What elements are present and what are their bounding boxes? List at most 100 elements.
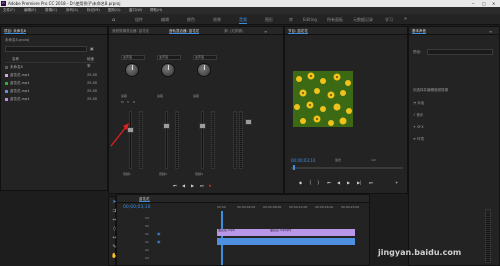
tab-source[interactable]: 源: (无剪辑) bbox=[224, 29, 243, 33]
track-header-v3[interactable]: V3 bbox=[145, 217, 149, 220]
list-item[interactable]: 苗花花.mp4 25.00 bbox=[5, 80, 97, 87]
timeline-clip[interactable]: 苗花花.mp4 bbox=[217, 229, 269, 236]
preset-label: 预设: bbox=[413, 50, 422, 54]
play-button[interactable]: ▶ bbox=[347, 181, 350, 185]
zoom-dropdown[interactable]: 适合 bbox=[335, 159, 341, 162]
volume-fader-handle[interactable] bbox=[199, 123, 206, 129]
ws-libraries[interactable]: 库 bbox=[289, 16, 293, 23]
ws-all-panels[interactable]: 所有面板 bbox=[327, 16, 343, 23]
channel-routing-dropdown[interactable]: 主声道 bbox=[121, 55, 145, 60]
ws-effects[interactable]: 效果 bbox=[213, 16, 221, 23]
menu-graphics[interactable]: 图形(G) bbox=[108, 8, 120, 13]
m-button[interactable]: M bbox=[121, 101, 124, 104]
volume-fader-handle[interactable] bbox=[163, 123, 170, 129]
ws-learn[interactable]: 学习 bbox=[385, 16, 393, 23]
level-meter bbox=[139, 111, 143, 169]
menu-clip[interactable]: 剪辑(C) bbox=[45, 8, 57, 13]
audio-clip[interactable] bbox=[217, 238, 355, 245]
minimize-button[interactable]: ─ bbox=[472, 1, 474, 6]
menu-sequence[interactable]: 序列(S) bbox=[66, 8, 78, 13]
select-clip-message: 向选择并编辑音频剪辑 bbox=[413, 88, 448, 92]
pan-knob[interactable] bbox=[125, 63, 139, 77]
list-item[interactable]: 苗花花.mp4 25.00 bbox=[5, 72, 97, 79]
record-button[interactable]: ⏺ bbox=[209, 184, 211, 188]
menu-edit[interactable]: 编辑(E) bbox=[24, 8, 36, 13]
volume-fader-track[interactable] bbox=[201, 111, 204, 169]
master-level-meter bbox=[233, 111, 237, 169]
maximize-button[interactable]: □ bbox=[482, 1, 486, 6]
ws-editing[interactable]: 编辑 bbox=[161, 16, 169, 23]
track-header-a3[interactable]: A3 bbox=[145, 257, 149, 260]
new-bin-icon[interactable]: ▣ bbox=[90, 46, 94, 51]
ws-assembly[interactable]: 组件 bbox=[135, 16, 143, 23]
menu-marker[interactable]: 标记(M) bbox=[87, 8, 100, 13]
track-header-v2[interactable]: V2 bbox=[145, 225, 149, 228]
tab-track-mixer[interactable]: 音轨混合器: 苗花花 bbox=[169, 29, 200, 34]
video-clip-icon bbox=[5, 97, 8, 101]
type-ambience-button[interactable]: ≋ 环境 bbox=[413, 135, 483, 143]
list-item[interactable]: 苗花花.mp4 25.00 bbox=[5, 96, 97, 103]
name-column-header[interactable]: 名称 bbox=[12, 57, 19, 61]
type-music-button[interactable]: ♪ 音乐 bbox=[413, 111, 483, 119]
tab-clip-mixer[interactable]: 音频剪辑混合器: 苗花花 bbox=[112, 29, 149, 33]
panel-menu-icon[interactable]: ≡ bbox=[264, 29, 267, 34]
ws-graphics[interactable]: 图形 bbox=[265, 16, 273, 23]
automation-label[interactable]: 读取 bbox=[121, 95, 127, 98]
go-to-in-button[interactable]: ⏮ bbox=[173, 184, 177, 188]
automation-label[interactable]: 读取 bbox=[193, 95, 199, 98]
step-back-button[interactable]: ◀ bbox=[337, 181, 340, 185]
step-back-button[interactable]: ◀ bbox=[182, 184, 185, 188]
go-to-out-button[interactable]: ⏭ bbox=[200, 184, 204, 188]
track-header-a2[interactable]: A2 bbox=[145, 249, 149, 252]
pan-knob[interactable] bbox=[197, 63, 211, 77]
step-forward-button[interactable]: ▶| bbox=[357, 181, 361, 185]
ws-color[interactable]: 颜色 bbox=[187, 16, 195, 23]
automation-label[interactable]: 读取 bbox=[157, 95, 163, 98]
panel-menu-icon[interactable]: ≡ bbox=[489, 29, 492, 34]
menu-file[interactable]: 文件(F) bbox=[3, 8, 15, 13]
tab-project[interactable]: 项目: 未命名8 bbox=[4, 29, 27, 34]
close-button[interactable]: ✕ bbox=[492, 1, 495, 6]
list-item[interactable]: 未命名8 bbox=[5, 64, 95, 71]
mute-icon[interactable]: ◉ bbox=[157, 239, 161, 244]
mark-in-button[interactable]: { bbox=[309, 181, 312, 185]
project-search-input[interactable] bbox=[5, 46, 87, 52]
menu-window[interactable]: 窗口(W) bbox=[129, 8, 142, 13]
time-ruler[interactable] bbox=[291, 167, 403, 169]
bin-icon bbox=[5, 65, 8, 69]
go-to-in-button[interactable]: ⏮ bbox=[327, 181, 331, 185]
s-button[interactable]: S bbox=[127, 101, 129, 104]
volume-fader-track[interactable] bbox=[165, 111, 168, 169]
timeline-clip[interactable]: 苗花花.mp4[V] bbox=[269, 229, 355, 236]
tab-sequence[interactable]: 苗花花 bbox=[139, 197, 150, 202]
channel-routing-dropdown[interactable]: 主声道 bbox=[193, 55, 217, 60]
pan-knob[interactable] bbox=[161, 63, 175, 77]
channel-routing-dropdown[interactable]: 主声道 bbox=[157, 55, 181, 60]
home-icon[interactable]: ⌂ bbox=[112, 17, 115, 23]
program-timecode[interactable]: 00;00;03;10 bbox=[291, 159, 315, 163]
master-fader-handle[interactable] bbox=[245, 119, 252, 125]
r-button[interactable]: R bbox=[133, 101, 135, 104]
track-header-v1[interactable]: V1 bbox=[145, 233, 149, 236]
more-workspaces-icon[interactable]: » bbox=[404, 16, 407, 22]
ws-audio[interactable]: 音频 bbox=[239, 16, 247, 24]
preset-dropdown[interactable] bbox=[427, 49, 493, 55]
go-to-out-button[interactable]: ⏭ bbox=[369, 181, 373, 185]
type-dialogue-button[interactable]: ◔ 对话 bbox=[413, 99, 483, 107]
menu-help[interactable]: 帮助(H) bbox=[150, 8, 162, 13]
timeline-timecode[interactable]: 00;00;03;10 bbox=[123, 205, 150, 210]
add-button[interactable]: + bbox=[395, 181, 398, 185]
tab-essential-sound[interactable]: 基本声音 bbox=[412, 29, 426, 34]
mark-out-button[interactable]: } bbox=[317, 181, 320, 185]
ws-metadata[interactable]: 元数据记录 bbox=[353, 16, 373, 23]
playhead[interactable] bbox=[293, 165, 295, 170]
resolution-dropdown[interactable]: 1/2 bbox=[371, 159, 376, 162]
list-item[interactable]: 苗花花.mp4 25.00 bbox=[5, 88, 97, 95]
tab-program[interactable]: 节目: 苗花花 bbox=[288, 29, 308, 34]
type-sfx-button[interactable]: ✶ SFX bbox=[413, 123, 483, 131]
eye-icon[interactable]: ◉ bbox=[157, 231, 161, 236]
ws-editing-en[interactable]: Editing bbox=[303, 16, 317, 23]
track-header-a1[interactable]: A1 bbox=[145, 241, 149, 244]
play-button[interactable]: ▶ bbox=[191, 184, 194, 188]
add-marker-button[interactable]: ◆ bbox=[299, 181, 302, 185]
